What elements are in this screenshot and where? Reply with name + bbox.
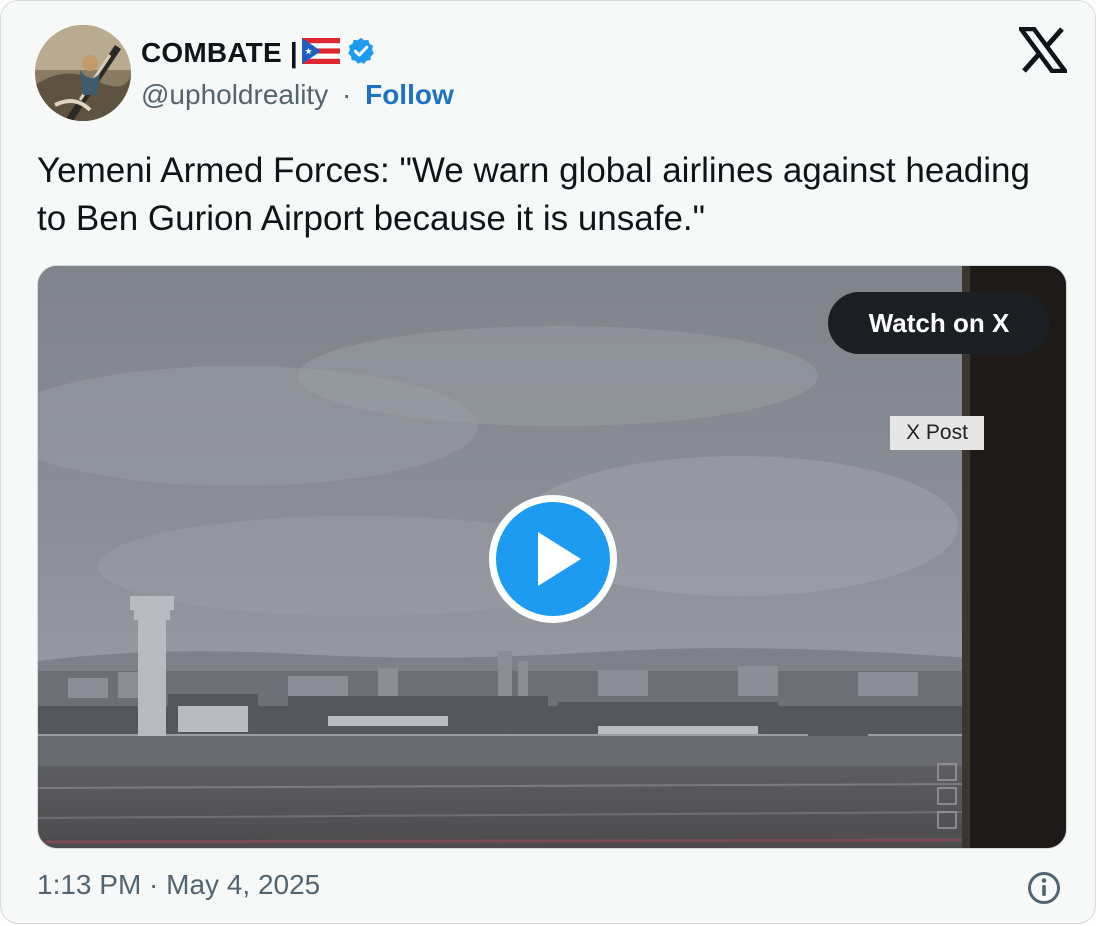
play-icon bbox=[489, 495, 617, 623]
puerto-rico-flag-icon bbox=[301, 37, 340, 69]
video-player[interactable]: Watch on X X Post bbox=[37, 265, 1067, 849]
verified-badge-icon bbox=[346, 36, 376, 71]
follow-button[interactable]: Follow bbox=[365, 79, 454, 110]
tweet-embed-card: COMBATE | @upholdreality · Follow Yemeni… bbox=[0, 0, 1096, 924]
author-handle[interactable]: @upholdreality bbox=[141, 79, 328, 110]
info-icon[interactable] bbox=[1027, 871, 1061, 905]
x-logo-icon[interactable] bbox=[1016, 26, 1070, 74]
post-timestamp[interactable]: 1:13 PM · May 4, 2025 bbox=[37, 869, 320, 901]
separator-dot: · bbox=[341, 79, 352, 110]
tweet-text: Yemeni Armed Forces: "We warn global air… bbox=[37, 151, 1030, 238]
author-name[interactable]: COMBATE | bbox=[141, 37, 298, 69]
avatar[interactable] bbox=[35, 25, 131, 121]
author-name-row: COMBATE | bbox=[141, 33, 376, 73]
x-post-badge: X Post bbox=[890, 416, 984, 450]
play-button[interactable] bbox=[486, 492, 620, 626]
watch-on-x-button[interactable]: Watch on X bbox=[828, 292, 1050, 354]
author-handle-row: @upholdreality · Follow bbox=[141, 79, 454, 111]
